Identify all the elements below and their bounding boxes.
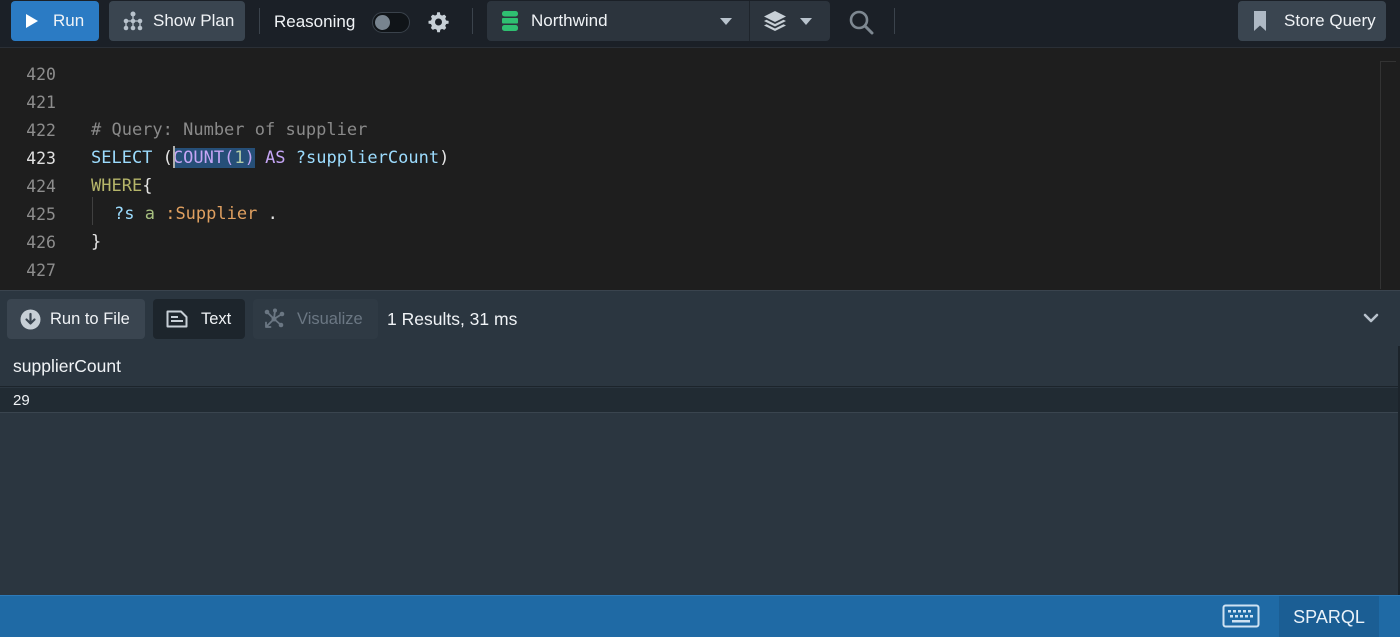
run-to-file-label: Run to File [50, 309, 130, 328]
chevron-down-icon [720, 18, 732, 25]
code-line: ?s a :Supplier . [114, 204, 278, 224]
line-number: 426 [26, 232, 56, 252]
editor-line: 424 WHERE{ [0, 172, 1380, 200]
run-to-file-button[interactable]: Run to File [7, 299, 145, 339]
language-mode-label: SPARQL [1293, 606, 1365, 627]
line-number: 422 [26, 120, 56, 140]
number-token: 1 [234, 148, 245, 168]
language-mode-button[interactable]: SPARQL [1279, 596, 1379, 637]
line-number: 424 [26, 176, 56, 196]
editor-line: 425 ?s a :Supplier . [0, 200, 1380, 228]
editor-line: 421 [0, 88, 1380, 116]
comment-token: # Query: Number of supplier [91, 120, 368, 140]
table-header-row: supplierCount [0, 346, 1398, 387]
graph-network-icon [264, 308, 285, 328]
keyword-token: SELECT [91, 148, 153, 168]
text-view-label: Text [201, 309, 232, 328]
search-icon[interactable] [848, 9, 874, 35]
query-editor[interactable]: 420 421 422 # Query: Number of supplier … [0, 49, 1400, 290]
play-icon [26, 14, 38, 28]
predicate-token: a [134, 204, 166, 224]
gear-icon[interactable] [426, 10, 450, 34]
keyboard-icon[interactable] [1222, 604, 1260, 628]
code-line: WHERE{ [91, 176, 152, 196]
show-plan-label: Show Plan [153, 11, 235, 30]
bookmark-icon [1254, 11, 1266, 31]
line-number: 427 [26, 260, 56, 280]
toggle-knob [375, 15, 390, 30]
show-plan-button[interactable]: Show Plan [109, 1, 245, 41]
reasoning-toggle[interactable] [372, 12, 410, 33]
chevron-down-icon [800, 18, 812, 25]
variable-token: ?s [114, 204, 135, 224]
selected-text: COUNT(1) [172, 148, 255, 168]
class-token: :Supplier [165, 204, 258, 224]
database-icon [502, 11, 518, 31]
database-selector-group: Northwind [487, 1, 830, 41]
text-cursor [172, 146, 175, 168]
line-number: 423 [26, 148, 56, 168]
status-bar: SPARQL [0, 595, 1400, 637]
code-line: } [91, 232, 101, 252]
variable-token: ?supplierCount [295, 148, 440, 168]
layers-dropdown[interactable] [750, 1, 830, 41]
editor-line: 420 [0, 60, 1380, 88]
editor-line: 427 [0, 256, 1380, 284]
visualize-label: Visualize [297, 309, 363, 328]
column-header[interactable]: supplierCount [13, 356, 121, 377]
function-token: ) [244, 148, 255, 168]
store-query-button[interactable]: Store Query [1238, 1, 1386, 41]
code-line: SELECT (COUNT(1) AS ?supplierCount) [91, 146, 450, 169]
table-row[interactable]: 29 [0, 388, 1398, 413]
editor-line: 426 } [0, 228, 1380, 256]
line-number: 421 [26, 92, 56, 112]
store-query-label: Store Query [1284, 11, 1376, 30]
line-number: 420 [26, 64, 56, 84]
editor-line: 422 # Query: Number of supplier [0, 116, 1380, 144]
run-button-label: Run [53, 11, 85, 30]
editor-line-current: 423 SELECT (COUNT(1) AS ?supplierCount) [0, 144, 1380, 172]
punctuation-token: . [257, 204, 278, 224]
keyword-token: AS [254, 148, 296, 168]
results-toolbar: Run to File Text Visualize 1 Results, 31… [0, 290, 1400, 346]
line-number: 425 [26, 204, 56, 224]
punctuation-token: { [142, 176, 153, 196]
document-text-icon [166, 310, 188, 328]
keyword-token: WHERE [91, 176, 143, 196]
chevron-down-icon[interactable] [1362, 311, 1380, 325]
code-line: # Query: Number of supplier [91, 120, 367, 140]
layers-icon [764, 11, 786, 31]
punctuation-token: } [91, 232, 102, 252]
toolbar: Run Show Plan Reasoning Northwind Store … [0, 0, 1400, 48]
table-cell: 29 [13, 391, 30, 409]
visualize-tab[interactable]: Visualize [253, 299, 378, 339]
function-token: COUNT( [172, 148, 235, 168]
reasoning-label: Reasoning [274, 12, 356, 31]
toolbar-divider [894, 8, 895, 34]
editor-scrollbar[interactable] [1380, 61, 1396, 289]
download-icon [20, 309, 41, 329]
run-button[interactable]: Run [11, 1, 99, 41]
indent-guide [92, 197, 93, 225]
punctuation-token: ) [439, 148, 450, 168]
toolbar-divider [472, 8, 473, 34]
toolbar-divider [259, 8, 260, 34]
text-view-tab[interactable]: Text [153, 299, 245, 339]
punctuation-token: ( [152, 148, 173, 168]
results-table: supplierCount 29 [0, 346, 1400, 595]
database-name: Northwind [531, 11, 608, 30]
result-summary: 1 Results, 31 ms [387, 309, 518, 329]
database-dropdown[interactable]: Northwind [487, 1, 750, 41]
hierarchy-icon [123, 11, 143, 31]
